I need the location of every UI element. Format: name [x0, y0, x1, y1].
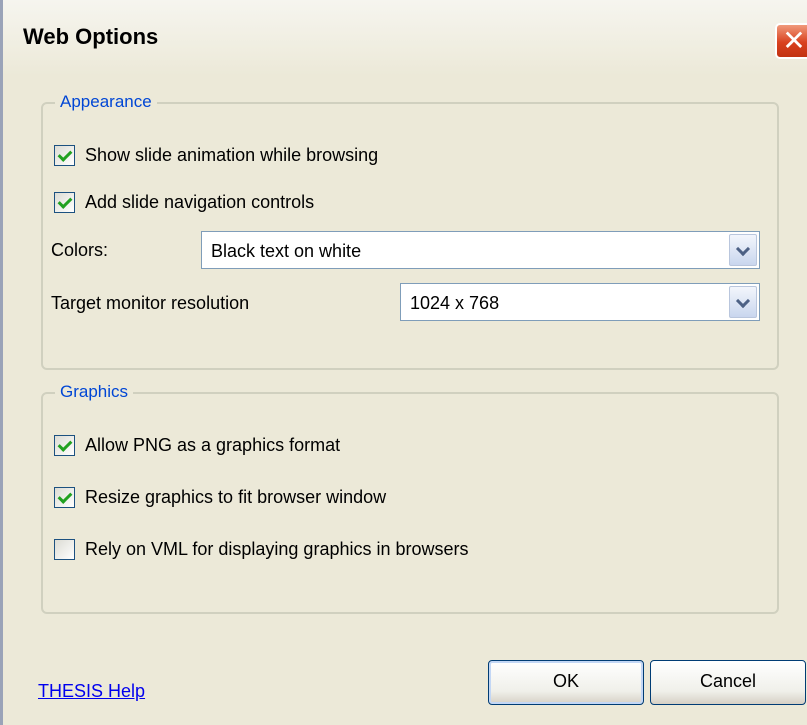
- rely-vml-option[interactable]: Rely on VML for displaying graphics in b…: [54, 536, 469, 562]
- checkmark-icon: [57, 193, 73, 209]
- show-animation-checkbox[interactable]: [54, 144, 75, 166]
- thesis-help-link[interactable]: THESIS Help: [38, 681, 145, 702]
- allow-png-label: Allow PNG as a graphics format: [85, 434, 341, 455]
- cancel-button[interactable]: Cancel: [650, 660, 806, 705]
- chevron-down-icon[interactable]: [729, 286, 757, 318]
- resolution-value: 1024 x 768: [410, 293, 500, 313]
- rely-vml-checkbox[interactable]: [54, 538, 75, 560]
- checkmark-icon: [57, 488, 73, 504]
- colors-select[interactable]: Black text on white: [201, 231, 760, 269]
- add-navigation-checkbox[interactable]: [54, 191, 75, 213]
- allow-png-option[interactable]: Allow PNG as a graphics format: [54, 432, 340, 458]
- colors-label: Colors:: [51, 240, 109, 260]
- add-navigation-option[interactable]: Add slide navigation controls: [54, 189, 314, 215]
- add-navigation-label: Add slide navigation controls: [85, 191, 315, 212]
- rely-vml-label: Rely on VML for displaying graphics in b…: [85, 538, 469, 559]
- show-animation-label: Show slide animation while browsing: [85, 144, 379, 165]
- resize-graphics-option[interactable]: Resize graphics to fit browser window: [54, 484, 386, 510]
- show-animation-option[interactable]: Show slide animation while browsing: [54, 142, 378, 168]
- resolution-select[interactable]: 1024 x 768: [400, 283, 760, 321]
- resize-graphics-label: Resize graphics to fit browser window: [85, 486, 387, 507]
- resize-graphics-checkbox[interactable]: [54, 486, 75, 508]
- colors-value: Black text on white: [211, 241, 362, 261]
- appearance-legend: Appearance: [55, 91, 157, 113]
- dialog-title: Web Options: [23, 24, 159, 49]
- resolution-label: Target monitor resolution: [51, 293, 250, 313]
- close-icon[interactable]: ✕: [775, 23, 807, 59]
- title-bar[interactable]: Web Options ✕: [3, 0, 807, 76]
- allow-png-checkbox[interactable]: [54, 434, 75, 456]
- web-options-dialog: Web Options ✕ Appearance Show slide anim…: [0, 0, 807, 725]
- ok-button[interactable]: OK: [488, 660, 644, 705]
- checkmark-icon: [57, 436, 73, 452]
- chevron-down-icon[interactable]: [729, 234, 757, 266]
- graphics-legend: Graphics: [55, 381, 134, 403]
- checkmark-icon: [57, 146, 73, 162]
